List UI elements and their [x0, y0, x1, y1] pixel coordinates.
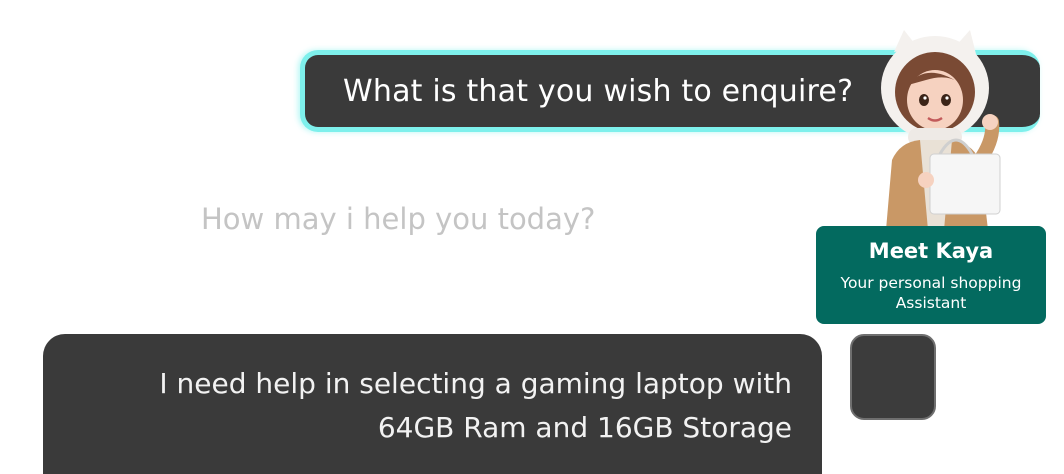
assistant-subtitle: Your personal shopping Assistant	[840, 274, 1022, 312]
assistant-message-text: What is that you wish to enquire?	[343, 73, 854, 109]
assistant-name: Meet Kaya	[868, 239, 994, 263]
prompt-hint: How may i help you today?	[201, 202, 596, 236]
user-message-text: I need help in selecting a gaming laptop…	[159, 367, 792, 444]
assistant-intro-card: Meet Kaya Your personal shopping Assista…	[816, 226, 1046, 324]
user-avatar-icon	[850, 334, 936, 420]
user-message-bubble: I need help in selecting a gaming laptop…	[43, 334, 822, 474]
kaya-avatar-icon	[856, 30, 1016, 230]
